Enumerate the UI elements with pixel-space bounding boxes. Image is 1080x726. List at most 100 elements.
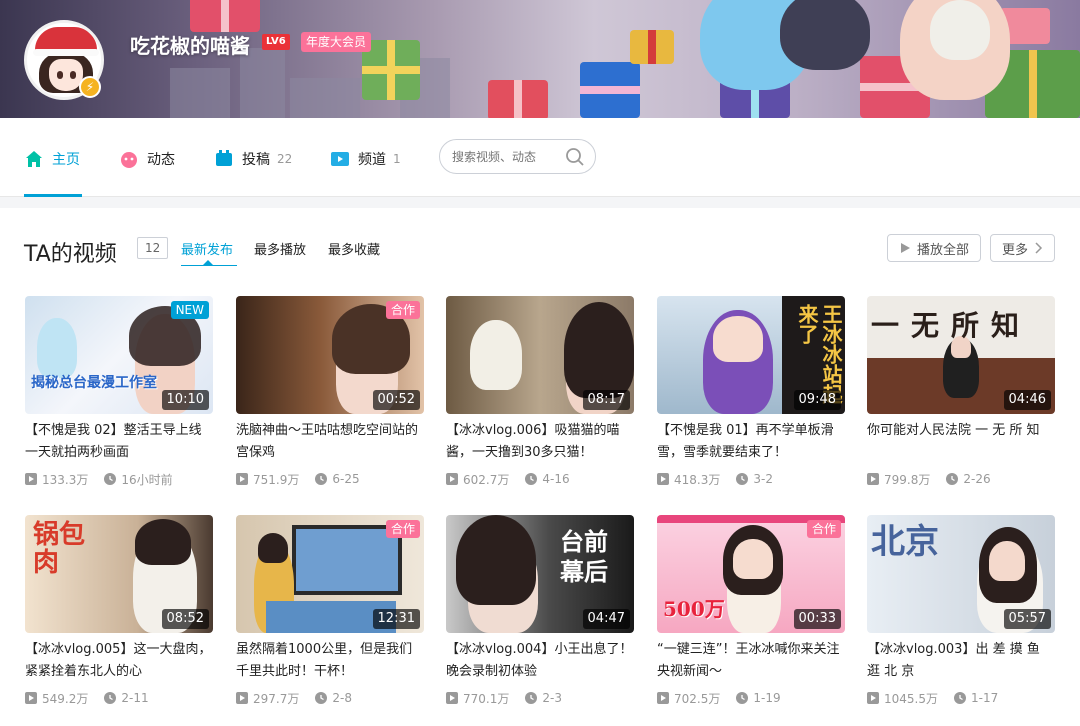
video-title[interactable]: 【不愧是我 02】整活王导上线 一天就拍两秒画面	[25, 420, 213, 464]
play-count: 770.1万	[463, 691, 510, 706]
video-card[interactable]: 揭秘总台最漫工作室 NEW 10:10 【不愧是我 02】整活王导上线 一天就拍…	[25, 296, 213, 506]
tab-home-label: 主页	[52, 152, 80, 168]
video-duration: 00:33	[793, 609, 841, 629]
clock-icon	[315, 692, 328, 704]
video-meta: 751.9万 6-25	[236, 470, 424, 488]
clock-icon	[104, 473, 117, 485]
play-count-icon	[236, 473, 248, 485]
video-thumbnail[interactable]: 王冰冰站起来了 09:48	[657, 296, 845, 414]
play-count: 297.7万	[253, 691, 300, 706]
video-duration: 08:17	[582, 390, 630, 410]
video-meta: 418.3万 3-2	[657, 470, 845, 488]
publish-date: 2-26	[963, 472, 991, 486]
video-card[interactable]: 台前幕后 04:47 【冰冰vlog.004】小王出息了！晚会录制初体验 770…	[446, 515, 634, 725]
video-duration: 05:57	[1003, 609, 1051, 629]
play-count-icon	[446, 473, 458, 485]
video-thumbnail[interactable]: 一无所知 04:46	[867, 296, 1055, 414]
publish-date: 1-19	[753, 691, 781, 705]
video-meta: 702.5万 1-19	[657, 689, 845, 707]
sort-caret-icon	[203, 260, 213, 265]
tab-uploads-count: 22	[277, 152, 293, 166]
official-verify-icon: ⚡	[79, 76, 101, 98]
play-icon	[900, 243, 910, 253]
profile-search[interactable]	[439, 139, 596, 174]
play-count-icon	[657, 473, 669, 485]
sort-most-favorited[interactable]: 最多收藏	[328, 239, 380, 258]
video-title[interactable]: 【冰冰vlog.006】吸猫猫的喵酱，一天撸到30多只猫！	[446, 420, 634, 464]
video-title[interactable]: 洗脑神曲～王咕咕想吃空间站的宫保鸡	[236, 420, 424, 464]
sort-active-indicator	[181, 265, 237, 266]
video-duration: 09:48	[793, 390, 841, 410]
profile-banner	[0, 0, 1080, 118]
chevron-right-icon	[1035, 242, 1043, 254]
tab-channel-count: 1	[393, 152, 401, 166]
sort-latest[interactable]: 最新发布	[181, 239, 233, 258]
video-meta: 297.7万 2-8	[236, 689, 424, 707]
video-thumbnail[interactable]: 500万 合作 00:33	[657, 515, 845, 633]
play-count: 799.8万	[884, 472, 931, 487]
collab-badge: 合作	[385, 520, 420, 538]
publish-date: 4-16	[542, 472, 570, 486]
video-meta: 549.2万 2-11	[25, 689, 213, 707]
profile-nav: 主页 动态 投稿 22 频道 1	[0, 118, 1080, 197]
video-thumbnail[interactable]: 台前幕后 04:47	[446, 515, 634, 633]
tab-dynamic[interactable]: 动态	[119, 148, 175, 170]
play-count: 133.3万	[42, 472, 89, 487]
thumbnail-overlay-text: 台前幕后	[560, 527, 608, 586]
video-duration: 00:52	[372, 390, 420, 410]
video-card[interactable]: 08:17 【冰冰vlog.006】吸猫猫的喵酱，一天撸到30多只猫！ 602.…	[446, 296, 634, 506]
video-title[interactable]: 虽然隔着1000公里，但是我们千里共此时！干杯！	[236, 639, 424, 683]
play-count: 602.7万	[463, 472, 510, 487]
play-count: 1045.5万	[884, 691, 938, 706]
sort-most-played[interactable]: 最多播放	[254, 239, 306, 258]
play-count-icon	[867, 692, 879, 704]
video-card[interactable]: 锅包肉 08:52 【冰冰vlog.005】这一大盘肉，紧紧拴着东北人的心 54…	[25, 515, 213, 725]
publish-date: 2-11	[121, 691, 149, 705]
video-count-badge: 12	[137, 237, 169, 259]
video-meta: 133.3万 16小时前	[25, 470, 213, 488]
video-card[interactable]: 合作 12:31 虽然隔着1000公里，但是我们千里共此时！干杯！ 297.7万…	[236, 515, 424, 725]
video-card[interactable]: 500万 合作 00:33 “一键三连”！王冰冰喊你来关注央视新闻～ 702.5…	[657, 515, 845, 725]
search-icon[interactable]	[565, 147, 585, 167]
section-title: TA的视频	[24, 242, 117, 267]
video-title[interactable]: 【不愧是我 01】再不学单板滑雪，雪季就要结束了！	[657, 420, 845, 464]
video-title[interactable]: 【冰冰vlog.005】这一大盘肉，紧紧拴着东北人的心	[25, 639, 213, 683]
search-input[interactable]	[452, 148, 564, 166]
vip-badge[interactable]: 年度大会员	[301, 32, 372, 52]
play-count-icon	[25, 473, 37, 485]
clock-icon	[954, 692, 966, 704]
more-button[interactable]: 更多	[990, 234, 1055, 262]
play-count-icon	[236, 692, 248, 704]
play-count: 418.3万	[674, 472, 721, 487]
publish-date: 16小时前	[121, 472, 173, 487]
play-count: 751.9万	[253, 472, 300, 487]
video-thumbnail[interactable]: 北京 05:57	[867, 515, 1055, 633]
video-title[interactable]: 你可能对人民法院 一 无 所 知	[867, 420, 1055, 464]
clock-icon	[315, 473, 328, 485]
video-card[interactable]: 一无所知 04:46 你可能对人民法院 一 无 所 知 799.8万 2-26	[867, 296, 1055, 506]
video-card[interactable]: 王冰冰站起来了 09:48 【不愧是我 01】再不学单板滑雪，雪季就要结束了！ …	[657, 296, 845, 506]
video-duration: 12:31	[372, 609, 420, 629]
video-card[interactable]: 合作 00:52 洗脑神曲～王咕咕想吃空间站的宫保鸡 751.9万 6-25	[236, 296, 424, 506]
play-count: 549.2万	[42, 691, 89, 706]
clock-icon	[104, 692, 117, 704]
new-badge: NEW	[170, 301, 209, 319]
video-thumbnail[interactable]: 合作 00:52	[236, 296, 424, 414]
play-all-button[interactable]: 播放全部	[887, 234, 981, 262]
tab-home[interactable]: 主页	[24, 148, 80, 170]
video-title[interactable]: 【冰冰vlog.004】小王出息了！晚会录制初体验	[446, 639, 634, 683]
collab-badge: 合作	[385, 301, 420, 319]
video-thumbnail[interactable]: 锅包肉 08:52	[25, 515, 213, 633]
collab-badge: 合作	[806, 520, 841, 538]
video-title[interactable]: “一键三连”！王冰冰喊你来关注央视新闻～	[657, 639, 845, 683]
video-title[interactable]: 【冰冰vlog.003】出 差 摸 鱼 逛 北 京	[867, 639, 1055, 683]
tab-uploads[interactable]: 投稿 22	[214, 148, 292, 170]
video-meta: 602.7万 4-16	[446, 470, 634, 488]
video-thumbnail[interactable]: 08:17	[446, 296, 634, 414]
video-thumbnail[interactable]: 揭秘总台最漫工作室 NEW 10:10	[25, 296, 213, 414]
video-thumbnail[interactable]: 合作 12:31	[236, 515, 424, 633]
video-card[interactable]: 北京 05:57 【冰冰vlog.003】出 差 摸 鱼 逛 北 京 1045.…	[867, 515, 1055, 725]
clock-icon	[525, 692, 538, 704]
tab-channel[interactable]: 频道 1	[330, 148, 401, 170]
video-meta: 799.8万 2-26	[867, 470, 1055, 488]
